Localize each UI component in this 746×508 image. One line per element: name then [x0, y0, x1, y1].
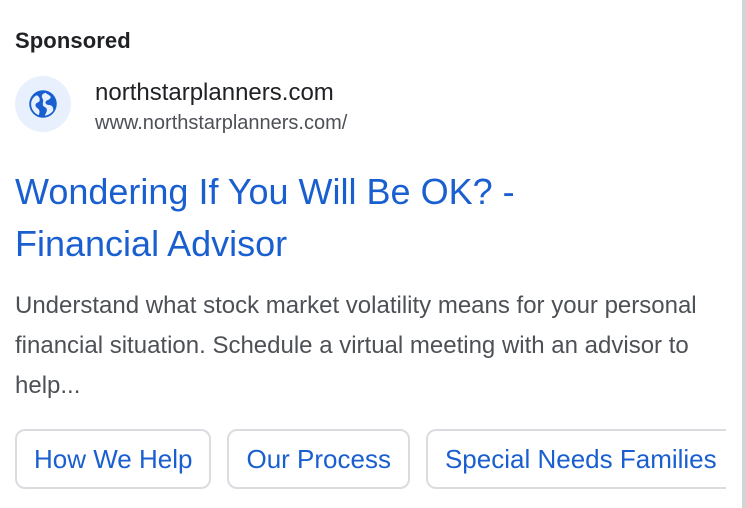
site-url[interactable]: www.northstarplanners.com/ — [95, 110, 347, 136]
headline-line-1[interactable]: Wondering If You Will Be OK? - — [15, 171, 515, 212]
source-text: northstarplanners.com www.northstarplann… — [95, 78, 347, 136]
sitelink-label: Special Needs Families — [444, 443, 717, 474]
sponsored-ad: Sponsored northstarplanners.com www.nort… — [15, 0, 746, 508]
sitelink-how-we-help[interactable]: How We Help — [15, 429, 212, 489]
sponsored-label: Sponsored — [15, 28, 131, 53]
sitelink-label: Our Process — [246, 443, 391, 474]
ad-headline-link[interactable]: Wondering If You Will Be OK? - Financial… — [15, 166, 715, 270]
sitelink-our-process[interactable]: Our Process — [227, 429, 410, 489]
sitelink-label: How We Help — [34, 443, 193, 474]
ad-description: Understand what stock market volatility … — [15, 292, 697, 399]
globe-icon — [28, 89, 58, 119]
sitelinks: How We Help Our Process Special Needs Fa… — [15, 429, 726, 489]
site-name[interactable]: northstarplanners.com — [95, 78, 347, 108]
site-favicon — [15, 76, 71, 132]
sitelink-special-needs-families[interactable]: Special Needs Families — [425, 429, 726, 489]
headline-line-2[interactable]: Financial Advisor — [15, 223, 287, 264]
ad-source[interactable]: northstarplanners.com www.northstarplann… — [15, 76, 347, 136]
